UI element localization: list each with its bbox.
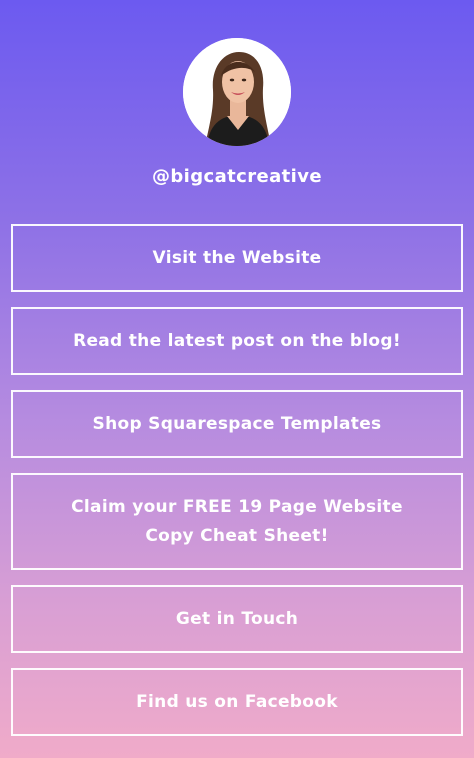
profile-photo-icon <box>183 38 291 146</box>
avatar[interactable] <box>183 38 291 146</box>
link-blog-post-button[interactable]: Read the latest post on the blog! <box>11 307 463 375</box>
link-list: Visit the Website Read the latest post o… <box>11 224 463 751</box>
link-visit-website-button[interactable]: Visit the Website <box>11 224 463 292</box>
link-in-bio-page: @bigcatcreative Visit the Website Read t… <box>0 0 474 758</box>
link-shop-templates-button[interactable]: Shop Squarespace Templates <box>11 390 463 458</box>
link-free-cheat-sheet-button[interactable]: Claim your FREE 19 Page Website Copy Che… <box>11 473 463 570</box>
link-get-in-touch-button[interactable]: Get in Touch <box>11 585 463 653</box>
profile-handle: @bigcatcreative <box>152 166 322 187</box>
link-facebook-button[interactable]: Find us on Facebook <box>11 668 463 736</box>
